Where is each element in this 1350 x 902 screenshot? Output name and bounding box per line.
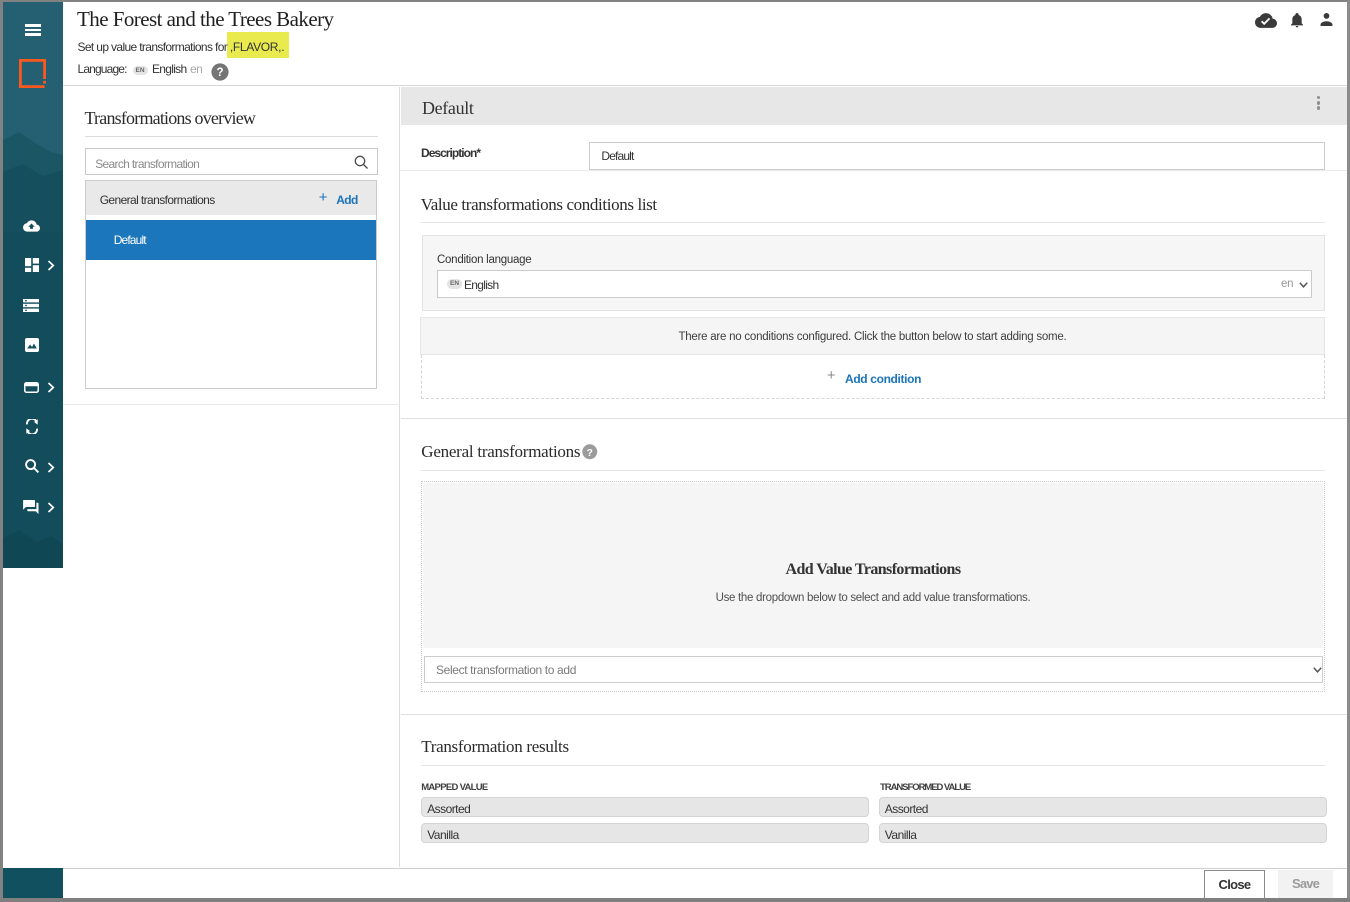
svg-text:?: ? xyxy=(216,67,223,79)
svg-text:?: ? xyxy=(587,448,593,459)
